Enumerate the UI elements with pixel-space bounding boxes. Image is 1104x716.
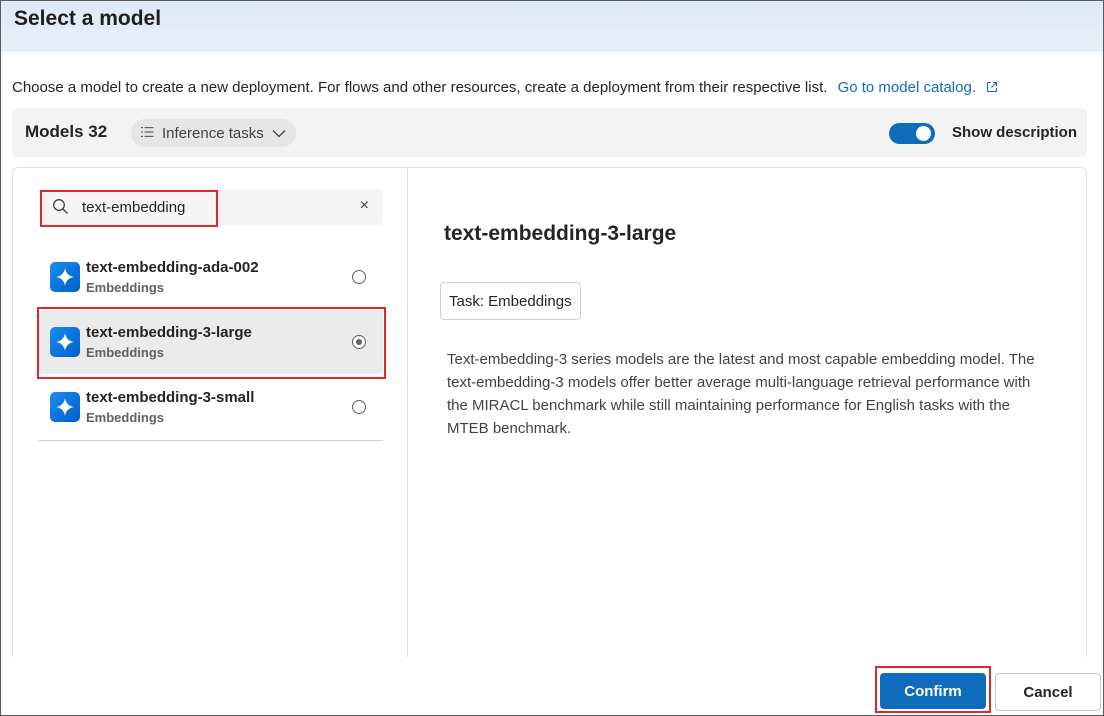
model-task: Embeddings	[86, 410, 165, 425]
filter-label: Inference tasks	[162, 124, 264, 142]
intro-text-row: Choose a model to create a new deploymen…	[12, 79, 998, 97]
model-name: text-embedding-3-small	[86, 389, 255, 406]
model-option-3-small[interactable]: text-embedding-3-small Embeddings	[38, 375, 383, 439]
search-highlight-box	[40, 190, 218, 227]
filter-list-icon	[141, 125, 154, 142]
models-count: Models 32	[25, 122, 108, 141]
confirm-button[interactable]: Confirm	[880, 673, 986, 709]
models-toolbar: Models 32 Inference tasks Show descripti…	[12, 108, 1087, 157]
model-radio[interactable]	[352, 270, 366, 284]
dialog-title: Select a model	[14, 7, 162, 30]
detail-title: text-embedding-3-large	[444, 222, 677, 245]
task-chip: Task: Embeddings	[440, 282, 581, 320]
model-name: text-embedding-ada-002	[86, 259, 259, 276]
model-option-ada-002[interactable]: text-embedding-ada-002 Embeddings	[38, 245, 383, 309]
list-divider	[38, 440, 383, 441]
model-description: Text-embedding-3 series models are the l…	[447, 351, 1035, 437]
inference-tasks-filter[interactable]: Inference tasks	[131, 119, 296, 147]
sparkle-icon	[50, 392, 80, 422]
model-catalog-link[interactable]: Go to model catalog.	[838, 79, 976, 96]
model-radio[interactable]	[352, 400, 366, 414]
cancel-button[interactable]: Cancel	[995, 673, 1101, 711]
model-task: Embeddings	[86, 280, 165, 295]
chevron-down-icon	[272, 125, 286, 142]
toggle-knob	[916, 126, 931, 141]
dialog-header: Select a model	[1, 1, 1103, 51]
intro-text: Choose a model to create a new deploymen…	[12, 79, 828, 96]
show-description-label: Show description	[952, 124, 1078, 141]
sparkle-icon	[50, 262, 80, 292]
show-description-toggle[interactable]	[889, 123, 935, 144]
clear-search-icon[interactable]: ×	[360, 197, 369, 215]
selected-model-highlight-box	[37, 307, 386, 379]
external-link-icon[interactable]	[986, 80, 998, 97]
